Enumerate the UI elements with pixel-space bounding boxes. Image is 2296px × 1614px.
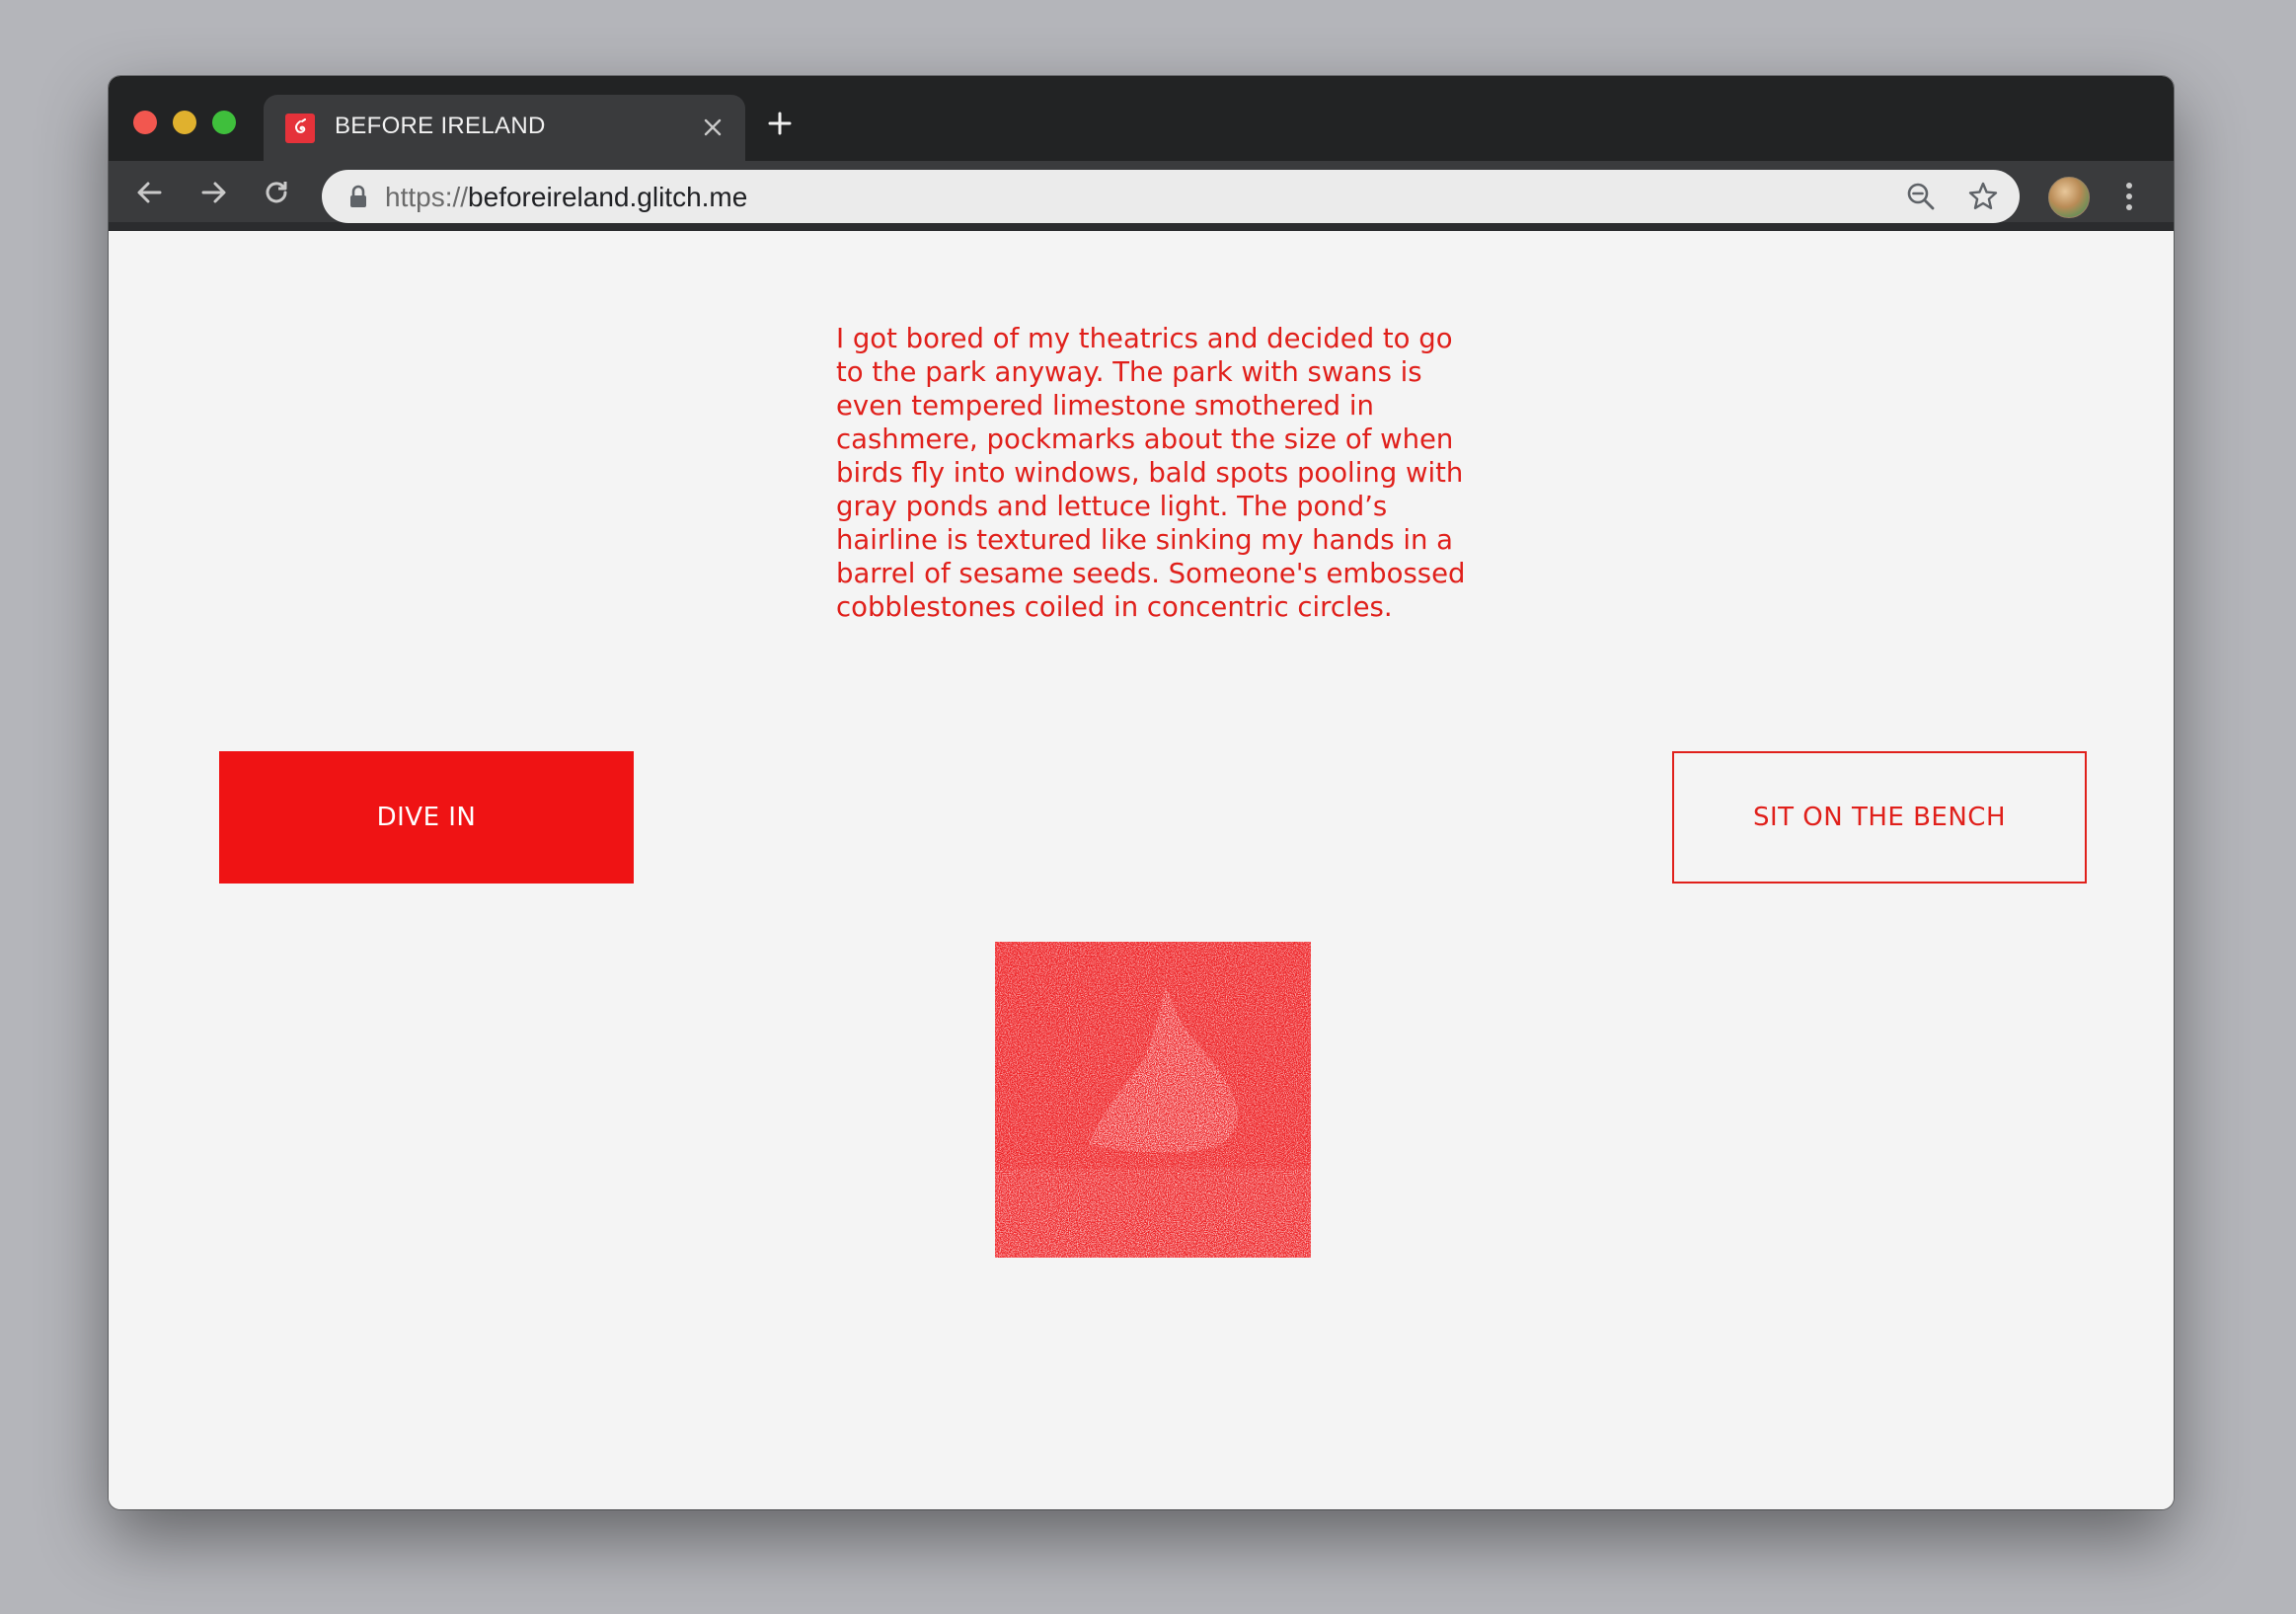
browser-toolbar: https://beforeireland.glitch.me [109, 161, 2174, 231]
dithered-swan-image [995, 942, 1311, 1258]
zoom-out-icon[interactable] [1905, 181, 1937, 212]
tab-title: BEFORE IRELAND [335, 113, 546, 139]
page-content: I got bored of my theatrics and decided … [109, 231, 2174, 1509]
tab-close-icon[interactable] [698, 109, 727, 144]
dive-in-button[interactable]: DIVE IN [219, 751, 634, 884]
title-bar: BEFORE IRELAND [109, 76, 2174, 161]
story-text: I got bored of my theatrics and decided … [836, 323, 1466, 623]
url-host: beforeireland.glitch.me [468, 182, 748, 212]
window-maximize-button[interactable] [212, 111, 236, 134]
site-favicon-icon [285, 114, 315, 143]
url-text[interactable]: https://beforeireland.glitch.me [385, 182, 747, 213]
more-menu-icon[interactable] [2122, 177, 2136, 216]
back-arrow-icon[interactable] [132, 175, 168, 210]
browser-window: BEFORE IRELAND https://beforeireland.gli… [109, 76, 2174, 1509]
forward-arrow-icon[interactable] [195, 175, 231, 210]
window-minimize-button[interactable] [173, 111, 196, 134]
browser-tab[interactable]: BEFORE IRELAND [264, 95, 745, 161]
sit-on-bench-button[interactable]: SIT ON THE BENCH [1672, 751, 2087, 884]
profile-avatar[interactable] [2048, 177, 2090, 218]
window-close-button[interactable] [133, 111, 157, 134]
lock-icon[interactable] [347, 185, 369, 208]
bookmark-star-icon[interactable] [1967, 181, 1999, 212]
url-scheme: https:// [385, 182, 469, 212]
address-bar[interactable]: https://beforeireland.glitch.me [322, 170, 2020, 223]
new-tab-plus-icon[interactable] [760, 104, 800, 143]
reload-icon[interactable] [259, 175, 294, 210]
